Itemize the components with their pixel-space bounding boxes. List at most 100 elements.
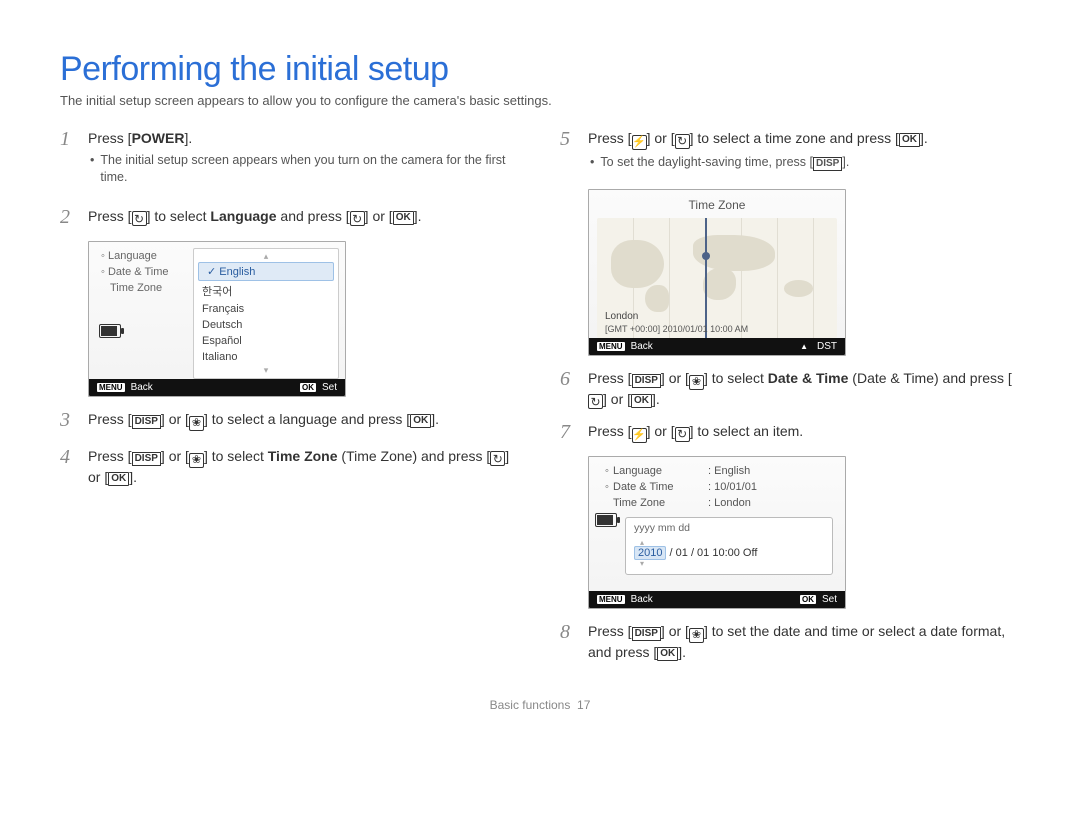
- option-korean: 한국어: [194, 281, 338, 301]
- t: ] or [: [647, 423, 675, 439]
- t: ] or [: [161, 411, 189, 427]
- ok-key: OK: [300, 383, 316, 392]
- t: ] or [: [661, 370, 689, 386]
- menu-item-datetime: ◦ Date & Time: [95, 264, 187, 280]
- menu-item-language: ◦ Language: [95, 248, 187, 264]
- step-number: 2: [60, 204, 78, 231]
- t: ] or [: [647, 130, 675, 146]
- disp-icon: DISP: [813, 157, 842, 171]
- back-label: Back: [131, 382, 153, 393]
- option-deutsch: Deutsch: [194, 317, 338, 333]
- tz-title: Time Zone: [595, 198, 839, 212]
- step-1: 1 Press [POWER]. • The initial setup scr…: [60, 126, 520, 194]
- t: ] to select a time zone and press [: [690, 130, 899, 146]
- set-label: Set: [822, 594, 837, 605]
- ok-icon: OK: [657, 647, 678, 661]
- t: Press [: [588, 370, 632, 386]
- step-7: 7 Press [] or [] to select an item.: [560, 419, 1020, 446]
- t: and press [: [277, 208, 350, 224]
- lcd-bottom-bar: MENU Back DST: [589, 338, 845, 355]
- timer-icon: [588, 394, 603, 409]
- lcd-bottom-bar: MENU Back OK Set: [589, 591, 845, 608]
- row-dt-label: Date & Time: [613, 481, 708, 493]
- disp-icon: DISP: [132, 452, 161, 466]
- t: ].: [920, 130, 928, 146]
- power-label: POWER: [132, 130, 185, 146]
- back-label: Back: [631, 594, 653, 605]
- language-bold: Language: [210, 208, 276, 224]
- timer-icon: [350, 211, 365, 226]
- year-selected: 2010: [634, 546, 666, 560]
- step-2: 2 Press [ ] to select Language and press …: [60, 204, 520, 231]
- t: ] to select: [147, 208, 211, 224]
- step-number: 3: [60, 407, 78, 434]
- t: ] or [: [661, 623, 689, 639]
- t: Press [: [588, 623, 632, 639]
- t: ] to select an item.: [690, 423, 804, 439]
- right-column: 5 Press [ ] or [ ] to select a time zone a…: [560, 126, 1020, 672]
- date-editor: yyyy mm dd ▴ 2010 / 01 / 01 10:00 Off ▾: [625, 517, 833, 575]
- language-list: ▴ ✓ English 한국어 Français Deutsch Español…: [193, 248, 339, 379]
- t: To set the daylight-saving time, press [: [600, 155, 813, 169]
- step-number: 5: [560, 126, 578, 179]
- timer-icon: [490, 451, 505, 466]
- page-footer: Basic functions 17: [60, 698, 1020, 712]
- macro-icon: [689, 628, 704, 643]
- ok-icon: OK: [108, 472, 129, 486]
- up-triangle-icon: [800, 341, 811, 352]
- format-header: yyyy mm dd: [634, 522, 824, 534]
- t: Press [: [88, 448, 132, 464]
- lcd-timezone: Time Zone London [GMT +00:00] 2010/: [588, 189, 846, 356]
- lcd-datetime: ◦Language: English ◦Date & Time: 10/01/0…: [588, 456, 846, 609]
- macro-icon: [189, 453, 204, 468]
- macro-icon: [189, 416, 204, 431]
- t: ].: [652, 391, 660, 407]
- back-label: Back: [631, 341, 653, 352]
- note-text: The initial setup screen appears when yo…: [100, 152, 520, 186]
- step-number: 4: [60, 444, 78, 487]
- step-number: 7: [560, 419, 578, 446]
- ok-icon: OK: [631, 394, 652, 408]
- option-english: ✓ English: [198, 262, 334, 281]
- timer-icon: [132, 211, 147, 226]
- flash-icon: [632, 428, 647, 443]
- footer-section: Basic functions: [490, 698, 571, 712]
- datetime-bold: Date & Time: [768, 370, 849, 386]
- t: (Date & Time) and press [: [848, 370, 1011, 386]
- timezone-bold: Time Zone: [268, 448, 338, 464]
- t: ] or [: [365, 208, 393, 224]
- ok-icon: OK: [899, 133, 920, 147]
- footer-page-number: 17: [577, 698, 590, 712]
- t: (Time Zone) and press [: [338, 448, 491, 464]
- row-dt-value: : 10/01/01: [708, 481, 757, 493]
- step-number: 6: [560, 366, 578, 410]
- page-subtitle: The initial setup screen appears to allo…: [60, 93, 1020, 108]
- row-tz-value: : London: [708, 497, 751, 509]
- disp-icon: DISP: [132, 415, 161, 429]
- step-3: 3 Press [DISP] or [] to select a languag…: [60, 407, 520, 434]
- timer-icon: [675, 134, 690, 149]
- date-rest: / 01 / 01 10:00 Off: [666, 547, 757, 559]
- t: ] to select: [204, 448, 268, 464]
- page-title: Performing the initial setup: [60, 50, 1020, 89]
- step-4: 4 Press [DISP] or [] to select Time Zone…: [60, 444, 520, 487]
- step-5: 5 Press [ ] or [ ] to select a time zone a…: [560, 126, 1020, 179]
- menu-key: MENU: [97, 383, 125, 392]
- row-lang-value: : English: [708, 465, 750, 477]
- t: Press [: [88, 208, 132, 224]
- battery-icon: [99, 324, 121, 338]
- t: ].: [678, 644, 686, 660]
- t: ] to select: [704, 370, 768, 386]
- t: Press [: [588, 130, 632, 146]
- disp-icon: DISP: [632, 627, 661, 641]
- ok-key: OK: [800, 595, 816, 604]
- row-tz-label: Time Zone: [613, 497, 708, 509]
- lcd-language: ◦ Language ◦ Date & Time Time Zone ▴ ✓ E…: [88, 241, 346, 397]
- step-number: 1: [60, 126, 78, 194]
- left-column: 1 Press [POWER]. • The initial setup scr…: [60, 126, 520, 672]
- tz-detail: [GMT +00:00] 2010/01/01 10:00 AM: [605, 324, 748, 334]
- option-italiano: Italiano: [194, 349, 338, 365]
- world-map: London [GMT +00:00] 2010/01/01 10:00 AM: [597, 218, 837, 338]
- macro-icon: [689, 375, 704, 390]
- t: ].: [842, 155, 849, 169]
